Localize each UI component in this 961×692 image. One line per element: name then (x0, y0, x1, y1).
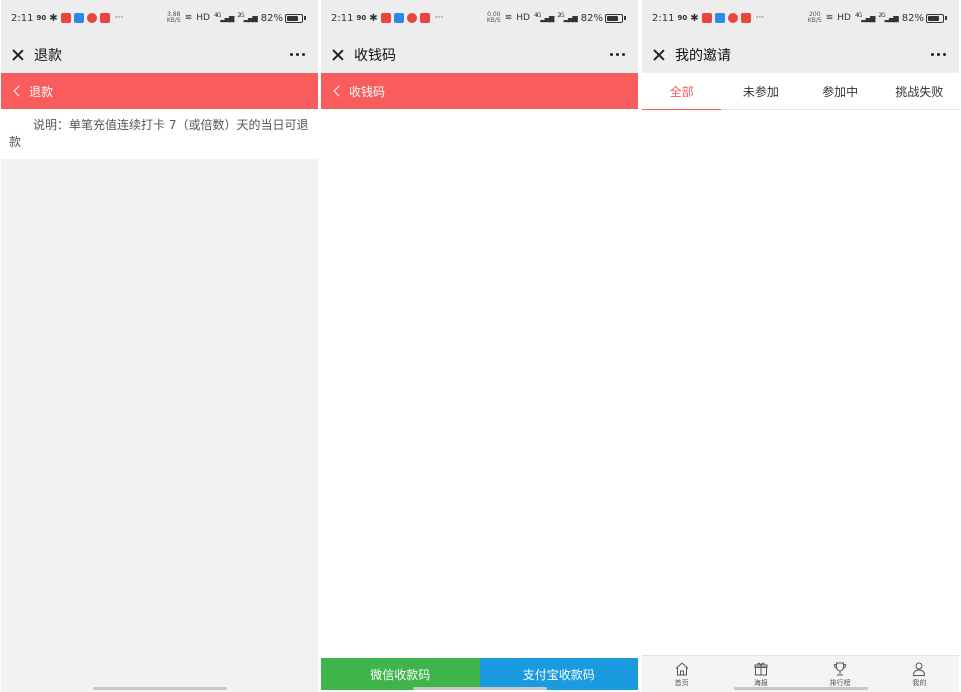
battery-icon (926, 13, 944, 23)
title-bar: 收钱码 (321, 36, 638, 73)
nav-mine[interactable]: 我的 (880, 656, 959, 692)
tab-all[interactable]: 全部 (642, 73, 722, 110)
status-time: 2:11 (11, 12, 34, 24)
tab-joined[interactable]: 参加中 (801, 73, 880, 109)
battery-icon (605, 13, 623, 23)
page-header: 收钱码 (321, 73, 638, 109)
refund-notice: 说明：单笔充值连续打卡 7（或倍数）天的当日可退款 (1, 109, 318, 159)
my-invitations-screen: 2:11 90 ✱ ··· 200 KB/S ≋ HD 4G▂▄▆ 2G▂▄▆ 8… (642, 0, 959, 692)
status-bar: 2:11 90 ✱ ··· 3.88 KB/S ≋ HD 4G▂▄▆ 2G▂▄▆ … (1, 0, 318, 36)
payment-code-screen: 2:11 90 ✱ ··· 0.00 KB/S ≋ HD 4G▂▄▆ 2G▂▄▆ … (321, 0, 638, 692)
status-bar: 2:11 90 ✱ ··· 0.00 KB/S ≋ HD 4G▂▄▆ 2G▂▄▆ … (321, 0, 638, 36)
header-title: 退款 (29, 84, 54, 99)
page-title: 收钱码 (354, 47, 396, 64)
battery-percent: 82% (580, 12, 603, 24)
more-options-icon[interactable] (610, 53, 625, 56)
more-notifications-icon: ··· (114, 13, 124, 23)
app-notification-icon (86, 13, 97, 23)
network-speed-badge: 90 (36, 14, 47, 22)
wechat-code-button[interactable]: 微信收款码 (321, 658, 480, 690)
app-notification-icon (406, 13, 417, 23)
data-speed: 3.88 KB/S (166, 11, 181, 24)
person-icon (913, 662, 926, 676)
battery-percent: 82% (260, 12, 283, 24)
home-indicator[interactable] (734, 687, 868, 690)
title-bar: 退款 (1, 36, 318, 73)
refund-screen: 2:11 90 ✱ ··· 3.88 KB/S ≋ HD 4G▂▄▆ 2G▂▄▆ … (1, 0, 318, 692)
signal-2g-icon: 2G▂▄▆ (557, 13, 577, 23)
status-time: 2:11 (331, 12, 354, 24)
status-time: 2:11 (652, 12, 675, 24)
gift-icon (754, 662, 768, 675)
wifi-icon: ≋ (184, 13, 193, 23)
close-icon[interactable] (12, 49, 24, 61)
signal-2g-icon: 2G▂▄▆ (237, 13, 257, 23)
bluetooth-icon: ✱ (369, 12, 378, 24)
tab-failed[interactable]: 挑战失败 (880, 73, 959, 109)
more-notifications-icon: ··· (434, 13, 444, 23)
more-options-icon[interactable] (290, 53, 305, 56)
bluetooth-icon: ✱ (49, 12, 58, 24)
data-speed: 200 KB/S (807, 11, 822, 24)
signal-2g-icon: 2G▂▄▆ (878, 13, 898, 23)
app-notification-icon (419, 13, 430, 23)
page-header: 退款 (1, 73, 318, 109)
app-notification-icon (99, 13, 110, 23)
nav-label: 海报 (753, 678, 768, 687)
signal-4g-icon: 4G▂▄▆ (854, 13, 875, 23)
app-notification-icon (380, 13, 391, 23)
nav-label: 排行榜 (829, 678, 851, 687)
bluetooth-icon: ✱ (690, 12, 699, 24)
tab-not-joined[interactable]: 未参加 (721, 73, 800, 109)
alipay-code-button[interactable]: 支付宝收款码 (479, 658, 638, 690)
battery-icon (285, 13, 303, 23)
data-speed: 0.00 KB/S (486, 11, 501, 24)
close-icon[interactable] (653, 49, 665, 61)
payment-code-buttons: 微信收款码 支付宝收款码 (321, 658, 638, 690)
title-bar: 我的邀请 (642, 36, 959, 73)
back-chevron-icon[interactable] (333, 85, 345, 97)
app-notification-icon (740, 13, 751, 23)
wifi-icon: ≋ (825, 13, 834, 23)
app-notification-icon (714, 13, 725, 23)
hd-label: HD (516, 13, 530, 23)
close-icon[interactable] (332, 49, 344, 61)
more-options-icon[interactable] (931, 53, 946, 56)
home-indicator[interactable] (93, 687, 227, 690)
network-speed-badge: 90 (356, 14, 367, 22)
trophy-icon (834, 662, 847, 675)
app-notification-icon (60, 13, 71, 23)
more-notifications-icon: ··· (755, 13, 765, 23)
invitation-tabs: 全部 未参加 参加中 挑战失败 (642, 73, 959, 110)
page-title: 退款 (34, 47, 62, 64)
signal-4g-icon: 4G▂▄▆ (533, 13, 554, 23)
wifi-icon: ≋ (504, 13, 513, 23)
home-icon (675, 661, 688, 675)
battery-percent: 82% (901, 12, 924, 24)
nav-label: 首页 (674, 678, 689, 687)
hd-label: HD (196, 13, 210, 23)
hd-label: HD (837, 13, 851, 23)
app-notification-icon (701, 13, 712, 23)
header-title: 收钱码 (349, 84, 386, 99)
app-notification-icon (73, 13, 84, 23)
signal-4g-icon: 4G▂▄▆ (213, 13, 234, 23)
nav-home[interactable]: 首页 (642, 656, 721, 692)
page-title: 我的邀请 (675, 47, 731, 64)
nav-label: 我的 (912, 678, 927, 687)
home-indicator[interactable] (413, 687, 547, 690)
app-notification-icon (727, 13, 738, 23)
network-speed-badge: 90 (677, 14, 688, 22)
app-notification-icon (393, 13, 404, 23)
back-chevron-icon[interactable] (13, 85, 25, 97)
status-bar: 2:11 90 ✱ ··· 200 KB/S ≋ HD 4G▂▄▆ 2G▂▄▆ 8… (642, 0, 959, 36)
